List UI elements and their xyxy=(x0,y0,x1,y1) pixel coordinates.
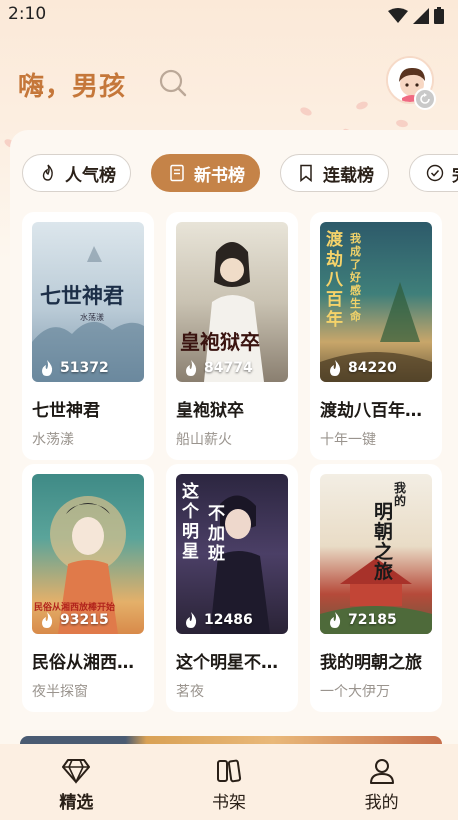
search-icon xyxy=(159,69,187,97)
heat-count: 93215 xyxy=(40,612,109,628)
cover-title: 渡劫八百年 xyxy=(326,230,343,330)
book-icon xyxy=(170,164,184,182)
flame-icon xyxy=(186,360,197,376)
flame-icon xyxy=(42,360,53,376)
flame-icon xyxy=(42,612,53,628)
tab-label: 人气榜 xyxy=(65,165,116,186)
search-button[interactable] xyxy=(158,68,188,98)
tab-serial[interactable]: 连载榜 xyxy=(280,154,389,192)
book-author: 水荡漾 xyxy=(32,432,74,448)
book-title: 民俗从湘西… xyxy=(32,653,134,673)
book-cover: 民俗从湘西放棒开始 93215 xyxy=(32,474,144,634)
bottom-nav: 精选 书架 我的 xyxy=(0,744,458,820)
refresh-icon xyxy=(420,93,430,104)
book-cover: 七世神君 水荡漾 51372 xyxy=(32,222,144,382)
cover-subtitle: 水荡漾 xyxy=(80,313,104,322)
status-time: 2:10 xyxy=(8,4,47,24)
bookmark-icon xyxy=(300,164,312,182)
book-title: 我的明朝之旅 xyxy=(320,653,422,673)
flame-icon xyxy=(42,164,53,181)
book-title: 渡劫八百年… xyxy=(320,401,422,421)
avatar-switch-badge[interactable] xyxy=(414,88,436,110)
tab-new-books[interactable]: 新书榜 xyxy=(151,154,260,192)
heat-count: 84774 xyxy=(184,360,253,376)
book-card[interactable]: 我的 明朝之旅 72185 我的明朝之旅 一个大伊万 xyxy=(310,464,442,712)
cover-title: 皇袍狱卒 xyxy=(180,330,260,354)
cover-subtitle: 我成了好感生命 xyxy=(350,232,361,323)
book-author: 茗夜 xyxy=(176,684,204,700)
tab-popular[interactable]: 人气榜 xyxy=(22,154,131,192)
heat-count: 72185 xyxy=(328,612,397,628)
book-cover: 这个明星 不加班 12486 xyxy=(176,474,288,634)
heat-count: 12486 xyxy=(184,612,253,628)
nav-bookshelf[interactable]: 书架 xyxy=(153,744,306,820)
tab-completed[interactable]: 完 xyxy=(409,154,458,192)
flame-icon xyxy=(186,612,197,628)
bookshelf-icon xyxy=(217,759,242,783)
diamond-icon xyxy=(62,759,91,784)
nav-profile[interactable]: 我的 xyxy=(305,744,458,820)
book-cover: 我的 明朝之旅 72185 xyxy=(320,474,432,634)
nav-featured[interactable]: 精选 xyxy=(0,744,153,820)
status-bar: 2:10 xyxy=(0,0,458,30)
book-title: 七世神君 xyxy=(32,401,100,421)
book-card[interactable]: 这个明星 不加班 12486 这个明星不… 茗夜 xyxy=(166,464,298,712)
user-icon xyxy=(369,759,394,784)
book-cover: 渡劫八百年 我成了好感生命 84220 xyxy=(320,222,432,382)
cover-subtitle: 不加班 xyxy=(208,504,225,564)
cover-title: 这个明星 xyxy=(182,482,199,562)
cover-title: 七世神君 xyxy=(40,283,124,308)
flame-icon xyxy=(330,360,341,376)
book-title: 皇袍狱卒 xyxy=(176,401,244,421)
greeting-title: 嗨，男孩 xyxy=(18,72,127,102)
nav-label: 我的 xyxy=(364,793,399,813)
tab-label: 连载榜 xyxy=(323,165,374,186)
nav-label: 精选 xyxy=(59,793,94,813)
tab-label: 完 xyxy=(452,161,458,186)
book-author: 夜半探窗 xyxy=(32,684,88,700)
book-author: 十年一键 xyxy=(320,432,376,448)
book-card[interactable]: 七世神君 水荡漾 51372 七世神君 水荡漾 xyxy=(22,212,154,460)
book-cover: 皇袍狱卒 84774 xyxy=(176,222,288,382)
heat-count: 84220 xyxy=(328,360,397,376)
book-author: 船山薪火 xyxy=(176,432,232,448)
nav-label: 书架 xyxy=(212,793,246,813)
cover-art xyxy=(204,242,264,382)
tab-label: 新书榜 xyxy=(194,165,245,186)
heat-count: 51372 xyxy=(40,360,109,376)
check-circle-icon xyxy=(426,164,444,182)
book-card[interactable]: 渡劫八百年 我成了好感生命 84220 渡劫八百年… 十年一键 xyxy=(310,212,442,460)
signal-icon xyxy=(413,7,429,24)
cover-title: 明朝之旅 xyxy=(374,501,394,583)
battery-icon xyxy=(434,7,444,24)
rank-tabs: 人气榜 新书榜 连载榜 完 xyxy=(22,154,458,194)
book-card[interactable]: 皇袍狱卒 84774 皇袍狱卒 船山薪火 xyxy=(166,212,298,460)
header: 嗨，男孩 xyxy=(0,52,458,118)
book-author: 一个大伊万 xyxy=(320,684,390,700)
book-card[interactable]: 民俗从湘西放棒开始 93215 民俗从湘西… 夜半探窗 xyxy=(22,464,154,712)
book-title: 这个明星不… xyxy=(176,653,278,673)
flame-icon xyxy=(330,612,341,628)
wifi-icon xyxy=(388,7,408,23)
